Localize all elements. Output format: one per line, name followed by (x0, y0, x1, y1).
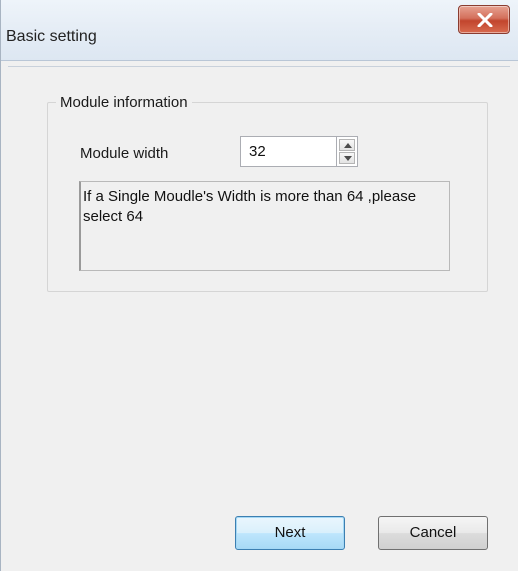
spin-up-button[interactable] (339, 139, 355, 151)
module-width-value: 32 (249, 143, 266, 160)
module-width-input[interactable]: 32 (240, 136, 336, 167)
group-legend: Module information (56, 94, 192, 111)
module-width-stepper[interactable] (336, 136, 358, 167)
next-button[interactable]: Next (235, 516, 345, 550)
close-icon (477, 13, 493, 27)
info-note-text: If a Single Moudle's Width is more than … (83, 188, 417, 225)
info-note-box: If a Single Moudle's Width is more than … (79, 181, 450, 271)
title-bar: Basic setting (0, 0, 518, 571)
spin-down-button[interactable] (339, 152, 355, 164)
close-button[interactable] (458, 5, 510, 34)
cancel-button[interactable]: Cancel (378, 516, 488, 550)
chevron-up-icon (344, 143, 352, 148)
dialog-window: Basic setting Module information Module … (0, 0, 518, 571)
window-title: Basic setting (6, 28, 97, 45)
chevron-down-icon (344, 156, 352, 161)
client-area-edge (8, 66, 510, 67)
module-width-label: Module width (80, 145, 169, 162)
